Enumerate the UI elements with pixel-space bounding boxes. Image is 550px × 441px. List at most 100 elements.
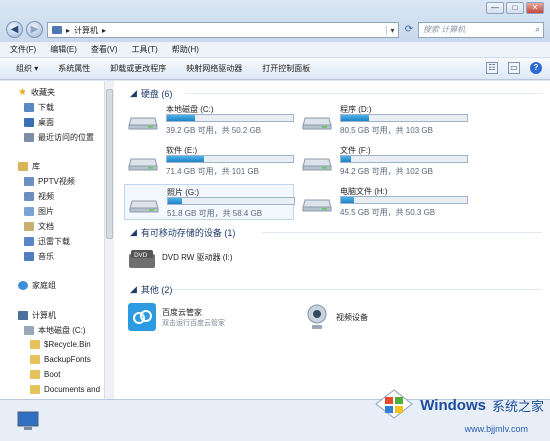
back-button[interactable]: ◀ (6, 21, 23, 38)
drive-icon (24, 326, 34, 335)
preview-pane-icon[interactable]: ▭ (508, 62, 520, 74)
dvd-drive-item[interactable]: DVD DVD RW 驱动器 (I:) (128, 244, 233, 270)
sidebar-item-thunder[interactable]: 迅雷下载 (24, 236, 70, 247)
search-input[interactable]: 搜索 计算机 ⌕ (418, 22, 544, 38)
group-divider (262, 232, 542, 233)
drive-usage-fill (168, 198, 182, 204)
star-icon: ★ (18, 87, 27, 98)
menu-tools[interactable]: 工具(T) (132, 44, 158, 55)
sidebar-item-music[interactable]: 音乐 (24, 251, 54, 262)
address-segment-computer[interactable]: 计算机 (74, 25, 98, 36)
hard-drive-icon (302, 117, 332, 130)
sidebar-item-pictures[interactable]: 图片 (24, 206, 54, 217)
system-properties-button[interactable]: 系统属性 (58, 63, 90, 74)
sidebar-item-downloads[interactable]: 下载 (24, 102, 54, 113)
baidu-cloud-label: 百度云管家 (162, 307, 202, 317)
video-device-item[interactable]: 视频设备 (304, 303, 368, 331)
menu-edit[interactable]: 编辑(E) (50, 44, 77, 55)
drive-tile[interactable]: 软件 (E:) 71.4 GB 可用，共 101 GB (124, 143, 294, 179)
downloads-icon (24, 103, 34, 112)
sidebar-item-videos[interactable]: 视频 (24, 191, 54, 202)
collapse-chevron-icon[interactable]: ◢ (130, 227, 137, 238)
minimize-button[interactable]: — (486, 2, 504, 14)
search-placeholder: 搜索 计算机 (423, 25, 466, 34)
refresh-icon[interactable]: ⟳ (402, 22, 416, 38)
watermark-url: www.bjjmlv.com (464, 424, 528, 434)
sidebar-computer[interactable]: 计算机 (18, 310, 56, 321)
sidebar-item-folder[interactable]: $Recycle.Bin (30, 340, 91, 349)
group-header-removable[interactable]: ◢ 有可移动存储的设备 (1) (130, 226, 235, 239)
sidebar-item-label: Boot (44, 370, 61, 379)
open-control-panel-button[interactable]: 打开控制面板 (262, 63, 310, 74)
address-root-chevron[interactable]: ▸ (66, 26, 70, 35)
windows-logo-icon (375, 389, 414, 419)
drive-usage-bar (340, 114, 468, 122)
sidebar-item-label: 桌面 (38, 118, 54, 127)
music-icon (24, 252, 34, 261)
navigation-scrollbar[interactable] (104, 81, 114, 399)
close-button[interactable]: ✕ (526, 2, 544, 14)
sidebar-item-label: BackupFonts (44, 355, 91, 364)
documents-icon (24, 222, 34, 231)
drive-usage-bar (167, 197, 295, 205)
sidebar-item-label: 图片 (38, 207, 54, 216)
menu-view[interactable]: 查看(V) (91, 44, 118, 55)
drive-usage-bar (166, 155, 294, 163)
sidebar-item-drive-c[interactable]: 本地磁盘 (C:) (24, 325, 86, 336)
collapse-chevron-icon[interactable]: ◢ (130, 88, 137, 99)
sidebar-item-recent[interactable]: 最近访问的位置 (24, 132, 94, 143)
watermark-suffix: 系统之家 (491, 398, 544, 414)
drive-usage-fill (341, 115, 369, 121)
drive-usage-bar (340, 155, 468, 163)
sidebar-item-documents[interactable]: 文档 (24, 221, 54, 232)
baidu-cloud-item[interactable]: 百度云管家 双击运行百度云管家 (128, 303, 225, 331)
sidebar-homegroup[interactable]: 家庭组 (18, 280, 56, 291)
drive-tile[interactable]: 本地磁盘 (C:) 39.2 GB 可用，共 50.2 GB (124, 102, 294, 138)
drive-tile[interactable]: 程序 (D:) 80.5 GB 可用，共 103 GB (298, 102, 468, 138)
sidebar-item-desktop[interactable]: 桌面 (24, 117, 54, 128)
menu-file[interactable]: 文件(F) (10, 44, 36, 55)
sidebar-item-folder[interactable]: Documents and (30, 385, 100, 394)
sidebar-item-folder[interactable]: Boot (30, 370, 60, 379)
sidebar-item-label: 最近访问的位置 (38, 133, 94, 142)
sidebar-libraries[interactable]: 库 (18, 161, 40, 172)
nav-buttons: ◀ ▶ (6, 21, 43, 38)
drive-usage-bar (340, 196, 468, 204)
uninstall-program-button[interactable]: 卸载或更改程序 (110, 63, 166, 74)
sidebar-item-label: PPTV视频 (38, 177, 75, 186)
drive-tile[interactable]: 照片 (G:) 51.8 GB 可用，共 58.4 GB (124, 184, 295, 220)
menu-help[interactable]: 帮助(H) (172, 44, 199, 55)
search-icon[interactable]: ⌕ (536, 23, 540, 37)
sidebar-favorites[interactable]: ★ 收藏夹 (18, 87, 55, 98)
sidebar-item-label: 本地磁盘 (C:) (38, 326, 86, 335)
sidebar-item-folder[interactable]: BackupFonts (30, 355, 91, 364)
organize-button[interactable]: 组织 ▾ (16, 63, 38, 74)
address-sep-chevron[interactable]: ▸ (102, 26, 106, 35)
address-bar[interactable]: ▸ 计算机 ▸ ▾ (47, 22, 399, 38)
maximize-button[interactable]: □ (506, 2, 524, 14)
forward-button[interactable]: ▶ (26, 21, 43, 38)
sidebar-item-label: 迅雷下载 (38, 237, 70, 246)
change-view-icon[interactable]: ☷ (486, 62, 498, 74)
map-network-drive-button[interactable]: 映射网络驱动器 (186, 63, 242, 74)
window-controls: — □ ✕ (486, 2, 544, 14)
hard-drive-icon (128, 158, 158, 171)
group-header-hdd[interactable]: ◢ 硬盘 (6) (130, 87, 172, 100)
help-icon[interactable]: ? (530, 62, 542, 74)
folder-icon (30, 340, 40, 349)
address-dropdown-icon[interactable]: ▾ (386, 25, 398, 35)
video-device-label: 视频设备 (336, 312, 368, 322)
sidebar-item-label: 视频 (38, 192, 54, 201)
collapse-chevron-icon[interactable]: ◢ (130, 284, 137, 295)
dvd-drive-icon: DVD (129, 250, 155, 268)
group-header-other[interactable]: ◢ 其他 (2) (130, 283, 172, 296)
baidu-cloud-sub: 双击运行百度云管家 (162, 319, 225, 327)
drive-info: 71.4 GB 可用，共 101 GB (166, 167, 259, 176)
scrollbar-thumb[interactable] (106, 89, 113, 239)
group-divider (172, 289, 542, 290)
drive-tile[interactable]: 文件 (F:) 94.2 GB 可用，共 102 GB (298, 143, 468, 179)
drive-tile[interactable]: 电脑文件 (H:) 45.5 GB 可用，共 50.3 GB (298, 184, 468, 220)
dvd-drive-label: DVD RW 驱动器 (I:) (162, 252, 233, 262)
sidebar-item-pptv[interactable]: PPTV视频 (24, 176, 75, 187)
menu-bar: 文件(F) 编辑(E) 查看(V) 工具(T) 帮助(H) (0, 42, 550, 58)
